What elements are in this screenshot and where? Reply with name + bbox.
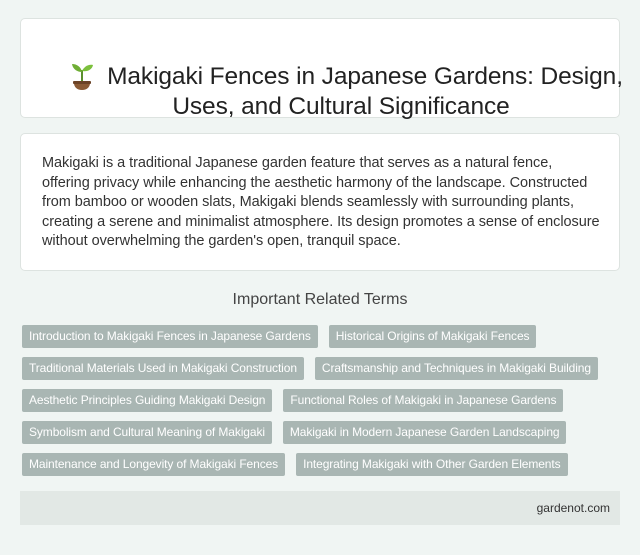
related-term-tag[interactable]: Makigaki in Modern Japanese Garden Lands… xyxy=(282,421,567,444)
footer-site-link[interactable]: gardenot.com xyxy=(537,501,610,515)
related-term-tag[interactable]: Symbolism and Cultural Meaning of Makiga… xyxy=(22,421,272,444)
related-term-tag[interactable]: Craftsmanship and Techniques in Makigaki… xyxy=(314,357,598,380)
related-term-tag[interactable]: Historical Origins of Makigaki Fences xyxy=(328,325,537,348)
summary-card: Makigaki is a traditional Japanese garde… xyxy=(20,133,620,271)
page-title: Makigaki Fences in Japanese Gardens: Des… xyxy=(45,62,637,122)
related-term-tag[interactable]: Integrating Makigaki with Other Garden E… xyxy=(296,453,568,476)
related-term-tag[interactable]: Introduction to Makigaki Fences in Japan… xyxy=(22,325,318,348)
title-card: Makigaki Fences in Japanese Gardens: Des… xyxy=(20,18,623,120)
related-terms-list: Introduction to Makigaki Fences in Japan… xyxy=(22,325,622,476)
title-line-2: Uses, and Cultural Significance xyxy=(172,93,510,120)
related-term-tag[interactable]: Maintenance and Longevity of Makigaki Fe… xyxy=(22,453,286,476)
title-line-1: Makigaki Fences in Japanese Gardens: Des… xyxy=(107,63,623,90)
footer: gardenot.com xyxy=(20,491,620,525)
related-term-tag[interactable]: Functional Roles of Makigaki in Japanese… xyxy=(283,389,564,412)
related-term-tag[interactable]: Traditional Materials Used in Makigaki C… xyxy=(22,357,304,380)
summary-text: Makigaki is a traditional Japanese garde… xyxy=(42,155,600,249)
related-terms-heading: Important Related Terms xyxy=(232,291,408,308)
related-term-tag[interactable]: Aesthetic Principles Guiding Makigaki De… xyxy=(22,389,273,412)
